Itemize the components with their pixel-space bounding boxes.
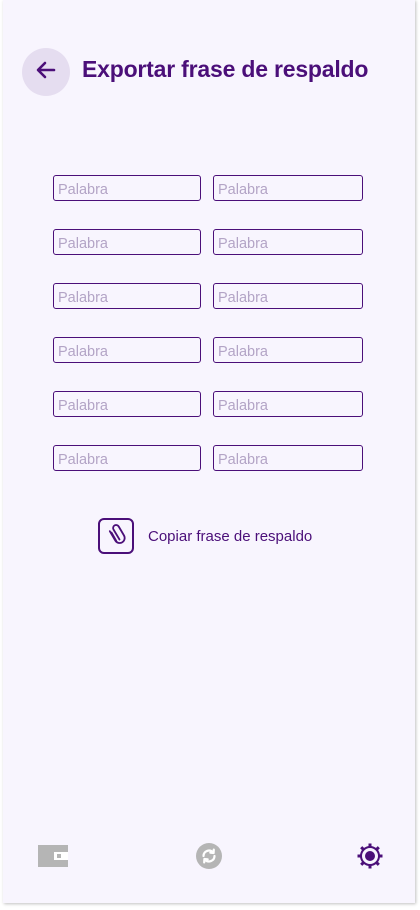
word-input-8[interactable] <box>214 338 362 362</box>
nav-wallet[interactable] <box>36 838 70 878</box>
nav-settings[interactable] <box>353 838 387 878</box>
wallet-icon <box>38 844 68 872</box>
copy-phrase-label: Copiar frase de respaldo <box>148 527 313 545</box>
word-input-2[interactable] <box>214 176 362 200</box>
word-field-5 <box>53 283 201 309</box>
word-field-6 <box>213 283 363 309</box>
word-field-7 <box>53 337 201 363</box>
word-row <box>53 283 363 311</box>
word-field-1 <box>53 175 201 201</box>
word-field-2 <box>213 175 363 201</box>
word-row <box>53 337 363 365</box>
word-input-1[interactable] <box>54 176 200 200</box>
word-grid <box>53 175 363 499</box>
word-input-12[interactable] <box>214 446 362 470</box>
word-field-9 <box>53 391 201 417</box>
refresh-icon <box>196 842 222 874</box>
word-field-4 <box>213 229 363 255</box>
arrow-left-icon <box>34 58 58 87</box>
copy-phrase-button[interactable]: Copiar frase de respaldo <box>98 518 312 554</box>
word-row <box>53 229 363 257</box>
word-field-11 <box>53 445 201 471</box>
word-row <box>53 175 363 203</box>
word-row <box>53 445 363 473</box>
word-input-3[interactable] <box>54 230 200 254</box>
word-field-12 <box>213 445 363 471</box>
word-input-9[interactable] <box>54 392 200 416</box>
word-input-7[interactable] <box>54 338 200 362</box>
screen: Exportar frase de respaldo Palabra Palab… <box>3 0 415 903</box>
word-row <box>53 391 363 419</box>
paperclip-icon <box>98 518 134 554</box>
gear-icon <box>356 842 384 875</box>
word-field-10 <box>213 391 363 417</box>
bottom-nav <box>3 838 415 878</box>
back-button[interactable] <box>22 48 70 96</box>
word-input-10[interactable] <box>214 392 362 416</box>
nav-exchange[interactable] <box>192 838 226 878</box>
word-input-4[interactable] <box>214 230 362 254</box>
word-input-11[interactable] <box>54 446 200 470</box>
page-title: Exportar frase de respaldo <box>82 56 369 82</box>
word-input-5[interactable] <box>54 284 200 308</box>
word-field-3 <box>53 229 201 255</box>
word-input-6[interactable] <box>214 284 362 308</box>
word-field-8 <box>213 337 363 363</box>
